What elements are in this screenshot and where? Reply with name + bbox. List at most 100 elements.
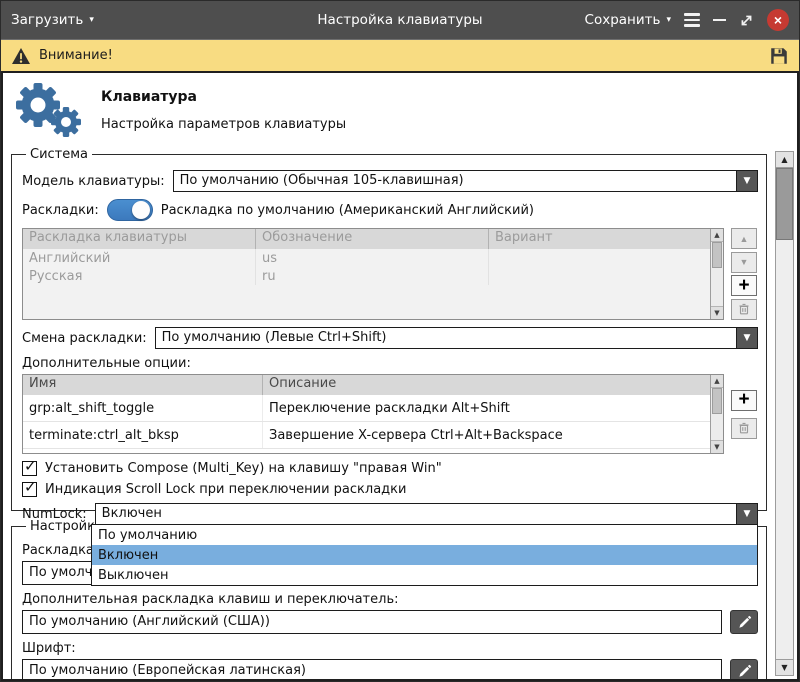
- column-header-name: Имя: [23, 375, 263, 395]
- options-table-buttons: +: [731, 374, 758, 454]
- options-table-header: Имя Описание: [23, 375, 710, 395]
- compose-checkbox[interactable]: ✓: [22, 461, 37, 476]
- titlebar-controls: Сохранить ▾ ×: [585, 9, 789, 31]
- table-row[interactable]: terminate:ctrl_alt_bksp Завершение X-сер…: [23, 422, 710, 449]
- load-menu-button[interactable]: Загрузить ▾: [11, 12, 94, 28]
- cell-layout: Русская: [23, 267, 256, 285]
- layout-switch-select[interactable]: По умолчанию (Левые Ctrl+Shift) ▼: [155, 327, 758, 349]
- options-table-section: Имя Описание grp:alt_shift_toggle Перекл…: [22, 374, 758, 454]
- pencil-icon: [737, 615, 752, 630]
- pencil-icon: [737, 664, 752, 679]
- maximize-button[interactable]: [739, 13, 754, 28]
- trash-icon: [737, 302, 751, 316]
- dropdown-option-default[interactable]: По умолчанию: [92, 525, 757, 545]
- scroll-down-button[interactable]: ▼: [711, 306, 723, 319]
- cell-variant: [489, 249, 710, 267]
- layout-switch-label: Смена раскладки:: [22, 331, 147, 346]
- close-button[interactable]: ×: [767, 9, 789, 31]
- delete-option-button[interactable]: [731, 418, 757, 439]
- save-menu-button[interactable]: Сохранить ▾: [585, 12, 671, 28]
- vertical-scrollbar[interactable]: ▲ ▼: [775, 151, 794, 676]
- scrolllock-checkbox[interactable]: ✓: [22, 482, 37, 497]
- chevron-down-icon: ▾: [666, 16, 671, 25]
- options-table-scrollbar[interactable]: ▲ ▼: [710, 375, 723, 453]
- trash-icon: [737, 421, 751, 435]
- layouts-toggle-text: Раскладка по умолчанию (Американский Анг…: [161, 203, 534, 218]
- keyboard-settings-window: Загрузить ▾ Настройка клавиатуры Сохрани…: [0, 0, 800, 682]
- keyboard-model-value: По умолчанию (Обычная 105-клавишная): [174, 171, 736, 191]
- chevron-down-icon: ▼: [744, 333, 751, 343]
- scroll-down-icon: ▼: [714, 309, 719, 317]
- dropdown-arrow-button[interactable]: ▼: [736, 328, 757, 348]
- scroll-down-button[interactable]: ▼: [776, 659, 793, 675]
- font-edit-button[interactable]: [730, 659, 758, 681]
- content-area: Клавиатура Настройка параметров клавиату…: [1, 71, 799, 681]
- scroll-down-icon: ▼: [781, 663, 787, 672]
- check-icon: ✓: [24, 478, 37, 496]
- move-down-button[interactable]: ▼: [731, 252, 757, 273]
- scrollbar-thumb[interactable]: [712, 388, 722, 414]
- page-subtitle: Настройка параметров клавиатуры: [101, 117, 346, 132]
- app-header-text: Клавиатура Настройка параметров клавиату…: [101, 89, 346, 132]
- table-row[interactable]: grp:alt_shift_toggle Переключение раскла…: [23, 395, 710, 422]
- font-label: Шрифт:: [22, 641, 758, 656]
- dropdown-arrow-button[interactable]: ▼: [736, 504, 757, 524]
- move-up-button[interactable]: ▲: [731, 228, 757, 249]
- dropdown-arrow-button[interactable]: ▼: [736, 171, 757, 191]
- extra-layout-row: По умолчанию (Английский (США)): [22, 610, 758, 634]
- save-menu-label: Сохранить: [585, 12, 661, 28]
- keyboard-model-row: Модель клавиатуры: По умолчанию (Обычная…: [22, 170, 758, 192]
- gears-icon: [13, 81, 81, 139]
- layout-switch-value: По умолчанию (Левые Ctrl+Shift): [156, 328, 736, 348]
- system-section: Система Модель клавиатуры: По умолчанию …: [11, 147, 767, 511]
- load-menu-label: Загрузить: [11, 12, 83, 28]
- extra-layout-edit-button[interactable]: [730, 610, 758, 634]
- scroll-up-button[interactable]: ▲: [776, 152, 793, 168]
- compose-checkbox-label: Установить Compose (Multi_Key) на клавиш…: [45, 461, 442, 476]
- keyboard-model-select[interactable]: По умолчанию (Обычная 105-клавишная) ▼: [173, 170, 758, 192]
- cell-option-name: grp:alt_shift_toggle: [23, 395, 263, 421]
- font-value: По умолчанию (Европейская латинская): [29, 663, 306, 678]
- chevron-down-icon: ▾: [89, 16, 94, 25]
- scroll-down-button[interactable]: ▼: [711, 440, 723, 453]
- layouts-table: Раскладка клавиатуры Обозначение Вариант…: [22, 228, 724, 320]
- numlock-select[interactable]: Включен ▼: [95, 503, 758, 525]
- warning-bar: Внимание!: [1, 39, 799, 71]
- app-header: Клавиатура Настройка параметров клавиату…: [9, 77, 791, 147]
- close-icon: ×: [774, 12, 782, 28]
- default-layout-toggle[interactable]: [107, 199, 153, 221]
- numlock-value: Включен: [96, 504, 736, 524]
- save-file-button[interactable]: [769, 46, 789, 66]
- table-row[interactable]: Русская ru: [23, 267, 710, 285]
- add-option-button[interactable]: +: [731, 390, 757, 411]
- scrolllock-checkbox-row[interactable]: ✓ Индикация Scroll Lock при переключении…: [22, 482, 758, 497]
- minimize-icon: [713, 19, 726, 22]
- dropdown-option-on-selected[interactable]: Включен: [92, 545, 757, 565]
- options-table-body: grp:alt_shift_toggle Переключение раскла…: [23, 395, 710, 453]
- font-field[interactable]: По умолчанию (Европейская латинская): [22, 659, 722, 681]
- column-header-description: Описание: [263, 375, 710, 395]
- extra-layout-field[interactable]: По умолчанию (Английский (США)): [22, 610, 722, 634]
- hamburger-menu-button[interactable]: [684, 13, 700, 27]
- scrollbar-thumb[interactable]: [776, 168, 793, 240]
- scrollbar-thumb[interactable]: [712, 242, 722, 268]
- compose-checkbox-row[interactable]: ✓ Установить Compose (Multi_Key) на клав…: [22, 461, 758, 476]
- minimize-button[interactable]: [713, 19, 726, 22]
- scroll-up-button[interactable]: ▲: [711, 229, 723, 242]
- floppy-disk-icon: [769, 46, 789, 66]
- layouts-table-body: Английский us Русская ru: [23, 249, 710, 319]
- dropdown-option-off[interactable]: Выключен: [92, 565, 757, 585]
- layouts-table-scrollbar[interactable]: ▲ ▼: [710, 229, 723, 319]
- scroll-up-button[interactable]: ▲: [711, 375, 723, 388]
- layout-switch-row: Смена раскладки: По умолчанию (Левые Ctr…: [22, 327, 758, 349]
- system-section-legend: Система: [26, 147, 92, 162]
- delete-layout-button[interactable]: [731, 299, 757, 320]
- table-row[interactable]: Английский us: [23, 249, 710, 267]
- add-layout-button[interactable]: +: [731, 275, 757, 296]
- arrow-up-icon: ▲: [740, 234, 749, 244]
- cell-variant: [489, 267, 710, 285]
- page-title: Клавиатура: [101, 89, 346, 105]
- settings-form: Система Модель клавиатуры: По умолчанию …: [9, 147, 791, 681]
- layouts-table-section: Раскладка клавиатуры Обозначение Вариант…: [22, 228, 758, 320]
- layouts-toggle-row: Раскладки: Раскладка по умолчанию (Амери…: [22, 199, 758, 221]
